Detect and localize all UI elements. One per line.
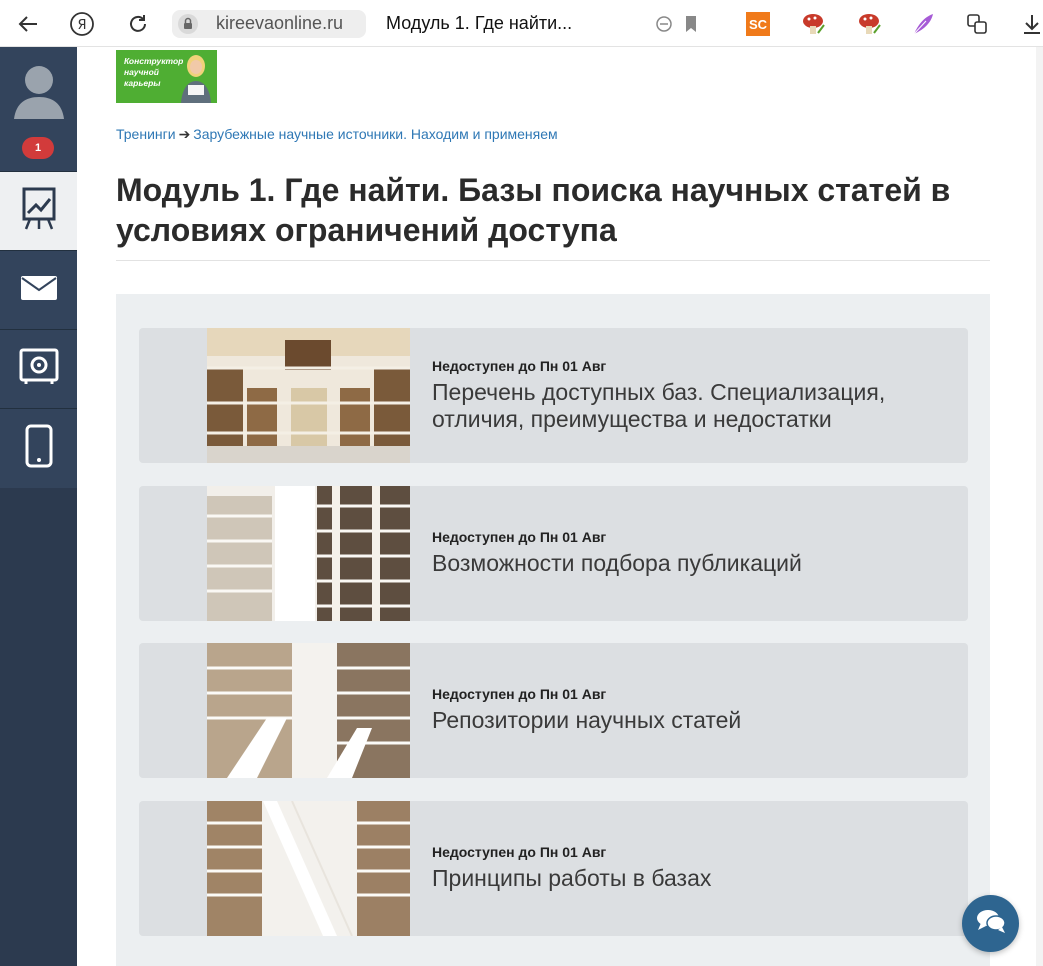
breadcrumb-separator: ➔ xyxy=(178,126,191,142)
lesson-card[interactable]: Недоступен до Пн 01 Авг Перечень доступн… xyxy=(139,328,968,463)
lesson-status: Недоступен до Пн 01 Авг xyxy=(432,529,607,545)
title-divider xyxy=(116,260,990,261)
mushroom-extension-icon-2[interactable] xyxy=(856,11,882,37)
yandex-icon[interactable]: Я xyxy=(68,10,96,38)
lesson-status: Недоступен до Пн 01 Авг xyxy=(432,358,607,374)
sidebar-item-messages[interactable] xyxy=(0,250,77,330)
lesson-status: Недоступен до Пн 01 Авг xyxy=(432,844,607,860)
logo-person-image xyxy=(181,55,211,103)
mushroom-extension-icon[interactable] xyxy=(800,11,826,37)
lesson-title[interactable]: Принципы работы в базах xyxy=(432,865,952,892)
lesson-card[interactable]: Недоступен до Пн 01 Авг Возможности подб… xyxy=(139,486,968,621)
notification-area: 1 xyxy=(0,129,77,171)
lesson-card[interactable]: Недоступен до Пн 01 Авг Принципы работы … xyxy=(139,801,968,936)
lessons-panel: Недоступен до Пн 01 Авг Перечень доступн… xyxy=(116,294,990,966)
breadcrumb-current-link[interactable]: Зарубежные научные источники. Находим и … xyxy=(193,126,557,142)
address-domain[interactable]: kireevaonline.ru xyxy=(216,13,343,34)
sidebar-item-safe[interactable] xyxy=(0,329,77,409)
lesson-title[interactable]: Возможности подбора публикаций xyxy=(432,550,952,577)
browser-toolbar: Я kireevaonline.ru Модуль 1. Где найти..… xyxy=(0,0,1043,47)
feather-extension-icon[interactable] xyxy=(910,11,936,37)
lesson-title[interactable]: Репозитории научных статей xyxy=(432,707,952,734)
lesson-image xyxy=(207,486,410,621)
notification-badge[interactable]: 1 xyxy=(22,137,54,159)
lesson-image xyxy=(207,801,410,936)
breadcrumb-root-link[interactable]: Тренинги xyxy=(116,126,176,142)
chat-icon xyxy=(976,908,1006,939)
lesson-image xyxy=(207,643,410,778)
chart-board-icon xyxy=(22,187,56,236)
page-title: Модуль 1. Где найти. Базы поиска научных… xyxy=(116,172,951,248)
sidebar-item-mobile[interactable] xyxy=(0,408,77,488)
chat-button[interactable] xyxy=(962,895,1019,952)
envelope-icon xyxy=(20,275,58,306)
translate-icon[interactable] xyxy=(963,10,991,38)
logo-text: Конструктор научной карьеры xyxy=(124,56,184,88)
download-icon[interactable] xyxy=(1018,10,1043,38)
lesson-title[interactable]: Перечень доступных баз. Специализация, о… xyxy=(432,379,952,433)
lesson-image xyxy=(207,328,410,463)
phone-icon xyxy=(25,424,53,473)
reload-icon[interactable] xyxy=(124,10,152,38)
sidebar: 1 xyxy=(0,47,77,966)
safe-icon xyxy=(19,348,59,391)
breadcrumb: Тренинги ➔ Зарубежные научные источники. Н… xyxy=(116,126,558,143)
page-scrollbar[interactable] xyxy=(1036,47,1043,966)
chat-bubble-icon[interactable] xyxy=(650,10,678,38)
avatar[interactable] xyxy=(0,47,77,130)
lesson-card[interactable]: Недоступен до Пн 01 Авг Репозитории науч… xyxy=(139,643,968,778)
svg-text:Я: Я xyxy=(77,18,86,33)
sc-extension-icon[interactable]: SC xyxy=(746,12,770,36)
back-arrow-icon[interactable] xyxy=(14,10,42,38)
sidebar-item-trainings[interactable] xyxy=(0,171,77,251)
site-logo[interactable]: Конструктор научной карьеры xyxy=(116,50,217,103)
lock-icon[interactable] xyxy=(178,14,198,34)
lesson-status: Недоступен до Пн 01 Авг xyxy=(432,686,607,702)
tab-title: Модуль 1. Где найти... xyxy=(386,13,573,33)
bookmark-icon[interactable] xyxy=(677,10,705,38)
